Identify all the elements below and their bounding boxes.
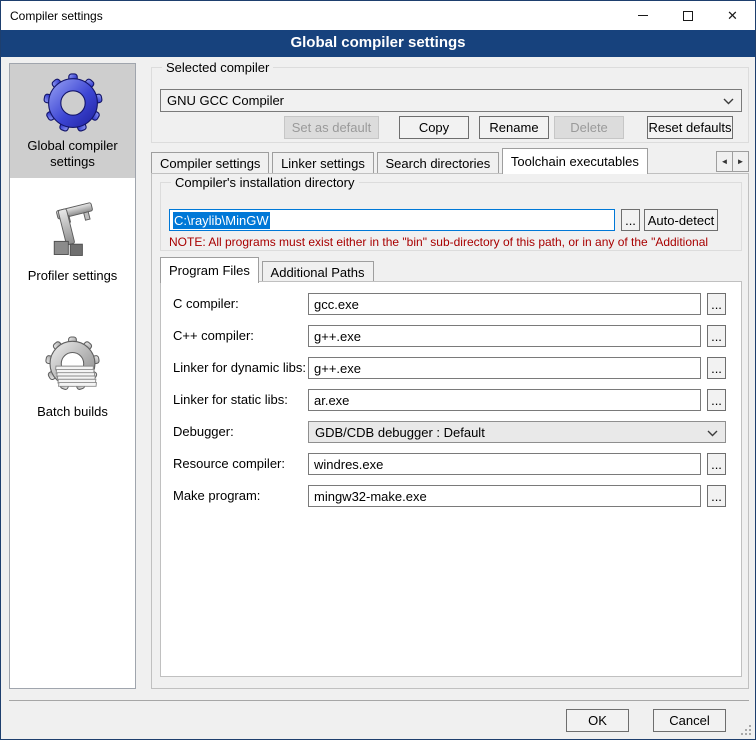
field-label: C++ compiler: [173,325,254,347]
caliper-icon [43,200,103,264]
chevron-down-icon [707,430,718,437]
cancel-button[interactable]: Cancel [653,709,726,732]
selected-path-text: C:\raylib\MinGW [173,212,270,229]
maximize-button[interactable] [665,1,710,30]
field-label: Linker for static libs: [173,389,288,411]
close-button[interactable]: ✕ [710,1,755,30]
selected-compiler-group: Selected compiler GNU GCC Compiler Set a… [151,67,749,143]
browse-make-program-button[interactable]: ... [707,485,726,507]
browse-resource-compiler-button[interactable]: ... [707,453,726,475]
group-label: Compiler's installation directory [171,175,359,190]
gear-stack-icon [43,336,103,400]
minimize-button[interactable] [620,1,665,30]
field-row-c-compiler: C compiler: ... [161,293,741,315]
field-label: Make program: [173,485,260,507]
compiler-select-value: GNU GCC Compiler [167,93,284,108]
settings-tabstrip: Compiler settings Linker settings Search… [151,148,749,174]
arrow-left-icon: ◄ [721,157,729,166]
field-label: Resource compiler: [173,453,285,475]
sidebar-item-label: Global compiler settings [14,138,131,170]
delete-button[interactable]: Delete [554,116,624,139]
reset-defaults-button[interactable]: Reset defaults [647,116,733,139]
minimize-icon [638,15,648,16]
static-linker-input[interactable] [308,389,701,411]
auto-detect-button[interactable]: Auto-detect [644,209,718,231]
browse-dynamic-linker-button[interactable]: ... [707,357,726,379]
program-files-tabstrip: Program Files Additional Paths [160,257,373,282]
rename-button[interactable]: Rename [479,116,549,139]
settings-category-list: Global compiler settings Profiler se [9,63,136,689]
set-as-default-button[interactable]: Set as default [284,116,379,139]
tab-search-directories[interactable]: Search directories [377,152,500,174]
toolchain-executables-panel: Compiler's installation directory C:\ray… [151,173,749,689]
footer-divider [9,700,749,701]
resize-grip[interactable] [740,724,752,736]
compiler-settings-dialog: Compiler settings ✕ Global compiler sett… [0,0,756,740]
browse-c-compiler-button[interactable]: ... [707,293,726,315]
tab-linker-settings[interactable]: Linker settings [272,152,374,174]
field-label: C compiler: [173,293,239,315]
field-label: Linker for dynamic libs: [173,357,306,379]
installation-directory-group: Compiler's installation directory C:\ray… [160,182,742,251]
close-icon: ✕ [727,8,738,24]
installation-directory-input[interactable]: C:\raylib\MinGW [169,209,615,231]
maximize-icon [683,11,693,21]
resource-compiler-input[interactable] [308,453,701,475]
sidebar-item-label: Profiler settings [14,268,131,284]
copy-button[interactable]: Copy [399,116,469,139]
browse-cpp-compiler-button[interactable]: ... [707,325,726,347]
compiler-select[interactable]: GNU GCC Compiler [160,89,742,112]
title-bar: Compiler settings ✕ [1,1,755,30]
field-row-make-program: Make program: ... [161,485,741,507]
tab-toolchain-executables[interactable]: Toolchain executables [502,148,648,174]
sidebar-item-batch-builds[interactable]: Batch builds [10,328,135,428]
field-label: Debugger: [173,421,234,443]
dynamic-linker-input[interactable] [308,357,701,379]
sidebar-item-profiler-settings[interactable]: Profiler settings [10,192,135,292]
tab-scroll-right-button[interactable]: ► [732,151,749,172]
tab-scroll-left-button[interactable]: ◄ [716,151,733,172]
field-row-static-linker: Linker for static libs: ... [161,389,741,411]
debugger-select[interactable]: GDB/CDB debugger : Default [308,421,726,443]
ok-button[interactable]: OK [566,709,629,732]
browse-directory-button[interactable]: ... [621,209,640,231]
tab-additional-paths[interactable]: Additional Paths [262,261,374,283]
sidebar-item-label: Batch builds [14,404,131,420]
window-title: Compiler settings [1,9,103,23]
gear-icon [43,72,103,134]
field-row-resource-compiler: Resource compiler: ... [161,453,741,475]
program-files-panel: C compiler: ... C++ compiler: ... Linker… [160,281,742,677]
c-compiler-input[interactable] [308,293,701,315]
debugger-select-value: GDB/CDB debugger : Default [315,425,485,440]
tab-program-files[interactable]: Program Files [160,257,259,283]
note-text: NOTE: All programs must exist either in … [169,235,747,249]
cpp-compiler-input[interactable] [308,325,701,347]
browse-static-linker-button[interactable]: ... [707,389,726,411]
field-row-cpp-compiler: C++ compiler: ... [161,325,741,347]
arrow-right-icon: ► [737,157,745,166]
field-row-debugger: Debugger: GDB/CDB debugger : Default [161,421,741,443]
tab-compiler-settings[interactable]: Compiler settings [151,152,269,174]
make-program-input[interactable] [308,485,701,507]
chevron-down-icon [723,98,734,105]
field-row-dynamic-linker: Linker for dynamic libs: ... [161,357,741,379]
page-title: Global compiler settings [1,30,755,57]
group-label: Selected compiler [162,60,273,75]
sidebar-item-global-compiler-settings[interactable]: Global compiler settings [10,64,135,178]
